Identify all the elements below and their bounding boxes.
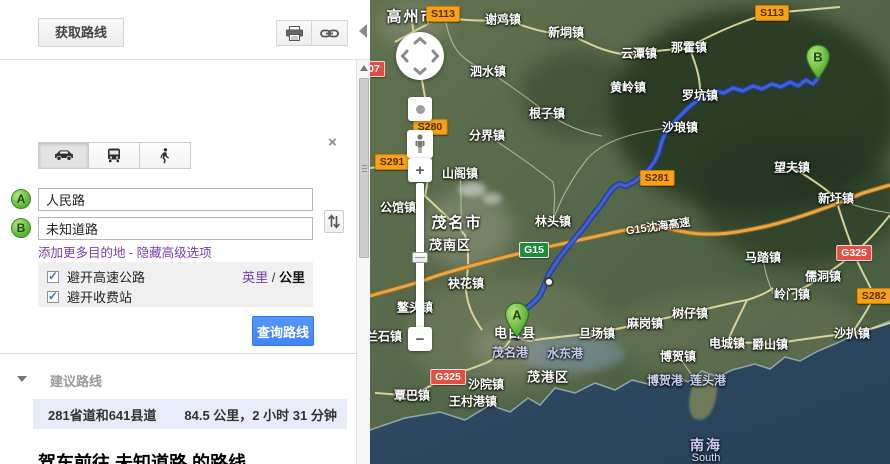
advanced-links-row: 添加更多目的地 - 隐藏高级选项 [38,242,212,261]
swap-arrows-icon [328,214,340,229]
get-directions-button[interactable]: 获取路线 [38,18,124,47]
svg-text:B: B [813,50,822,65]
travel-mode-tabs [38,142,191,169]
scrollbar-up-arrow[interactable] [360,65,368,71]
pan-control[interactable] [396,32,444,80]
share-link-button[interactable] [312,20,348,46]
directions-heading: 驾车前往 未知道路 的路线 [38,449,246,464]
hide-advanced-link[interactable]: 隐藏高级选项 [137,246,212,260]
avoid-tolls-checkbox[interactable] [47,291,59,303]
road-badge: S113 [426,6,460,22]
units-toggle: 英里 / 公里 [242,267,305,286]
zoom-slider-handle[interactable] [412,252,428,263]
route-option-name: 281省道和641县道 [48,405,156,424]
route-options-box: 避开高速公路 避开收费站 英里 / 公里 [38,262,313,307]
close-icon[interactable]: × [328,134,337,151]
print-button[interactable] [276,20,312,46]
directions-sidebar: 获取路线 [0,0,370,464]
route-option-row[interactable]: 281省道和641县道 84.5 公里，2 小时 31 分钟 [33,399,347,429]
destination-input[interactable] [38,217,313,240]
units-km-selected: 公里 [279,270,305,285]
origin-marker-a: A [11,189,31,209]
bus-icon [107,148,121,163]
recenter-button[interactable] [408,97,432,121]
scrollbar-thumb[interactable] [359,78,369,258]
avoid-tolls-row: 避开收费站 [47,287,132,306]
road-badge: G325 [430,369,466,385]
units-miles-link[interactable]: 英里 [242,270,268,285]
avoid-highways-checkbox[interactable] [47,271,59,283]
tab-transit[interactable] [89,142,140,169]
zoom-out-button[interactable]: − [408,327,432,351]
destination-marker-b: B [11,218,31,238]
map-canvas[interactable]: 高州市谢鸡镇新垌镇云潭镇那霍镇泗水镇黄岭镇罗坑镇根子镇沙琅镇分界镇望夫镇山阁镇新… [370,0,890,464]
road-badge: G325 [836,245,872,261]
pan-left-arrow [403,51,408,61]
car-icon [53,150,75,161]
g15-expressway [370,185,890,296]
road-badge: S291 [375,154,410,170]
swap-endpoints-button[interactable] [324,210,344,233]
units-separator: / [268,270,279,285]
recenter-dot-icon [416,105,425,114]
add-destination-link[interactable]: 添加更多目的地 [38,246,126,260]
zoom-in-label: + [416,163,425,178]
tab-walking[interactable] [140,142,191,169]
road-badge: G15 [519,242,549,258]
sidebar-scrollbar[interactable] [356,60,370,464]
search-routes-button[interactable]: 查询路线 [252,316,314,346]
sidebar-topbar: 获取路线 [0,0,370,60]
avoid-tolls-label: 避开收费站 [67,287,132,306]
suggested-routes-header: 建议路线 [50,371,102,390]
link-separator: - [126,246,137,260]
svg-text:A: A [512,308,522,323]
collapse-panel-arrow[interactable] [359,24,367,38]
pegman-icon [414,134,426,154]
road-badge: 07 [370,61,385,77]
zoom-in-button[interactable]: + [408,158,432,182]
pan-down-arrow [415,69,425,74]
route-option-detail: 84.5 公里，2 小时 31 分钟 [184,405,336,424]
walking-icon [160,148,170,164]
suggested-routes-collapse-icon[interactable] [17,376,27,382]
pan-up-arrow [415,39,425,44]
panel-divider [0,353,370,354]
avoid-highways-row: 避开高速公路 [47,267,145,286]
route-polyline[interactable] [517,78,818,338]
pan-arrows-icon [396,32,444,80]
pan-right-arrow [433,51,438,61]
road-badge: S113 [755,5,789,21]
avoid-highways-label: 避开高速公路 [67,267,145,286]
map-pin-a[interactable]: A [504,302,530,338]
g15-expressway-casing [370,185,890,296]
tab-driving[interactable] [38,142,89,169]
google-maps-directions-app: 获取路线 [0,0,890,464]
zoom-out-label: − [416,332,425,347]
directions-form-panel: × [0,60,356,464]
route-waypoint-dot[interactable] [544,277,554,287]
link-icon [320,28,339,39]
print-icon [286,26,303,41]
road-badge: S282 [857,288,890,304]
origin-input[interactable] [38,188,313,211]
map-pin-b[interactable]: B [805,44,831,80]
topbar-icon-buttons [276,20,348,46]
road-badge: S281 [640,170,675,186]
pegman-button[interactable] [407,130,433,158]
